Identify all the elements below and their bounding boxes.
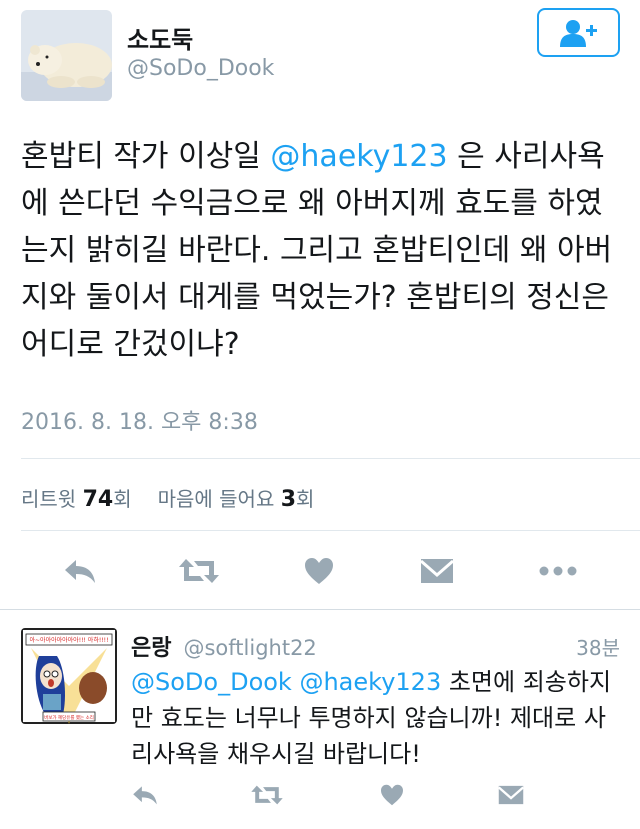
retweet-unit: 회 <box>113 487 132 511</box>
follow-button[interactable] <box>537 8 620 57</box>
avatar[interactable] <box>21 10 112 101</box>
heart-icon <box>381 784 403 806</box>
retweet-button[interactable] <box>177 548 221 594</box>
message-button[interactable] <box>494 780 528 810</box>
like-unit: 회 <box>296 487 315 511</box>
mention-link[interactable]: @haeky123 <box>299 668 441 696</box>
mention-link[interactable]: @SoDo_Dook <box>131 668 292 696</box>
reply-icon <box>65 560 95 583</box>
like-stat[interactable]: 마음에 들어요 3회 <box>158 483 315 512</box>
cartoon-avatar-image: 아~아아아아아아아!!! 아하!!!! 버보가 혜당유를 했는 소리 <box>21 628 117 724</box>
reply-user-handle[interactable]: @softlight22 <box>183 636 316 660</box>
tweet-stats: 리트윗 74회 마음에 들어요 3회 <box>21 483 314 512</box>
main-tweet: 소도둑 @SoDo_Dook 혼밥티 작가 이상일 @haeky123 은 사리… <box>0 0 640 612</box>
add-user-icon <box>559 19 597 47</box>
retweet-count: 74 <box>82 487 114 512</box>
mention-link[interactable]: @haeky123 <box>270 139 447 174</box>
polar-bear-image <box>21 10 112 101</box>
like-label: 마음에 들어요 <box>157 487 275 511</box>
reply-icon <box>133 786 157 805</box>
reply-actions <box>0 780 640 810</box>
avatar-caption-bottom: 버보가 혜당유를 했는 소리 <box>44 714 94 721</box>
tweet-timestamp: 2016. 8. 18. 오후 8:38 <box>21 410 258 435</box>
more-button[interactable] <box>536 548 580 594</box>
divider <box>21 530 640 531</box>
message-button[interactable] <box>415 548 459 594</box>
reply-button[interactable] <box>58 548 102 594</box>
more-icon <box>539 566 577 576</box>
divider <box>0 609 640 610</box>
reply-timestamp: 38분 <box>576 636 620 660</box>
retweet-stat[interactable]: 리트윗 74회 <box>21 483 132 512</box>
message-icon <box>420 559 454 583</box>
user-handle[interactable]: @SoDo_Dook <box>127 56 274 81</box>
reply-text: @SoDo_Dook @haeky123 초면에 죄송하지만 효도는 너무나 투… <box>131 664 626 772</box>
retweet-icon <box>251 785 283 805</box>
tweet-actions <box>0 548 640 594</box>
reply-button[interactable] <box>128 780 162 810</box>
reply-avatar[interactable]: 아~아아아아아아아!!! 아하!!!! 버보가 혜당유를 했는 소리 <box>21 628 117 724</box>
message-icon <box>498 785 524 805</box>
display-name[interactable]: 소도둑 <box>127 20 193 55</box>
heart-icon <box>305 558 333 584</box>
tweet-text: 혼밥티 작가 이상일 @haeky123 은 사리사욕에 쓴다던 수익금으로 왜… <box>21 133 621 368</box>
avatar-caption-top: 아~아아아아아아아!!! 아하!!!! <box>30 636 109 644</box>
tweet-text-part: 혼밥티 작가 이상일 <box>21 139 271 174</box>
retweet-icon <box>179 559 219 583</box>
retweet-button[interactable] <box>250 780 284 810</box>
reply-header: 은랑 @softlight22 38분 <box>131 630 620 662</box>
reply-tweet: 아~아아아아아아아!!! 아하!!!! 버보가 혜당유를 했는 소리 은랑 @s… <box>0 612 640 829</box>
like-count: 3 <box>280 487 297 512</box>
divider <box>21 458 640 459</box>
retweet-label: 리트윗 <box>21 487 77 511</box>
like-button[interactable] <box>297 548 341 594</box>
like-button[interactable] <box>375 780 409 810</box>
reply-display-name[interactable]: 은랑 <box>131 630 171 662</box>
